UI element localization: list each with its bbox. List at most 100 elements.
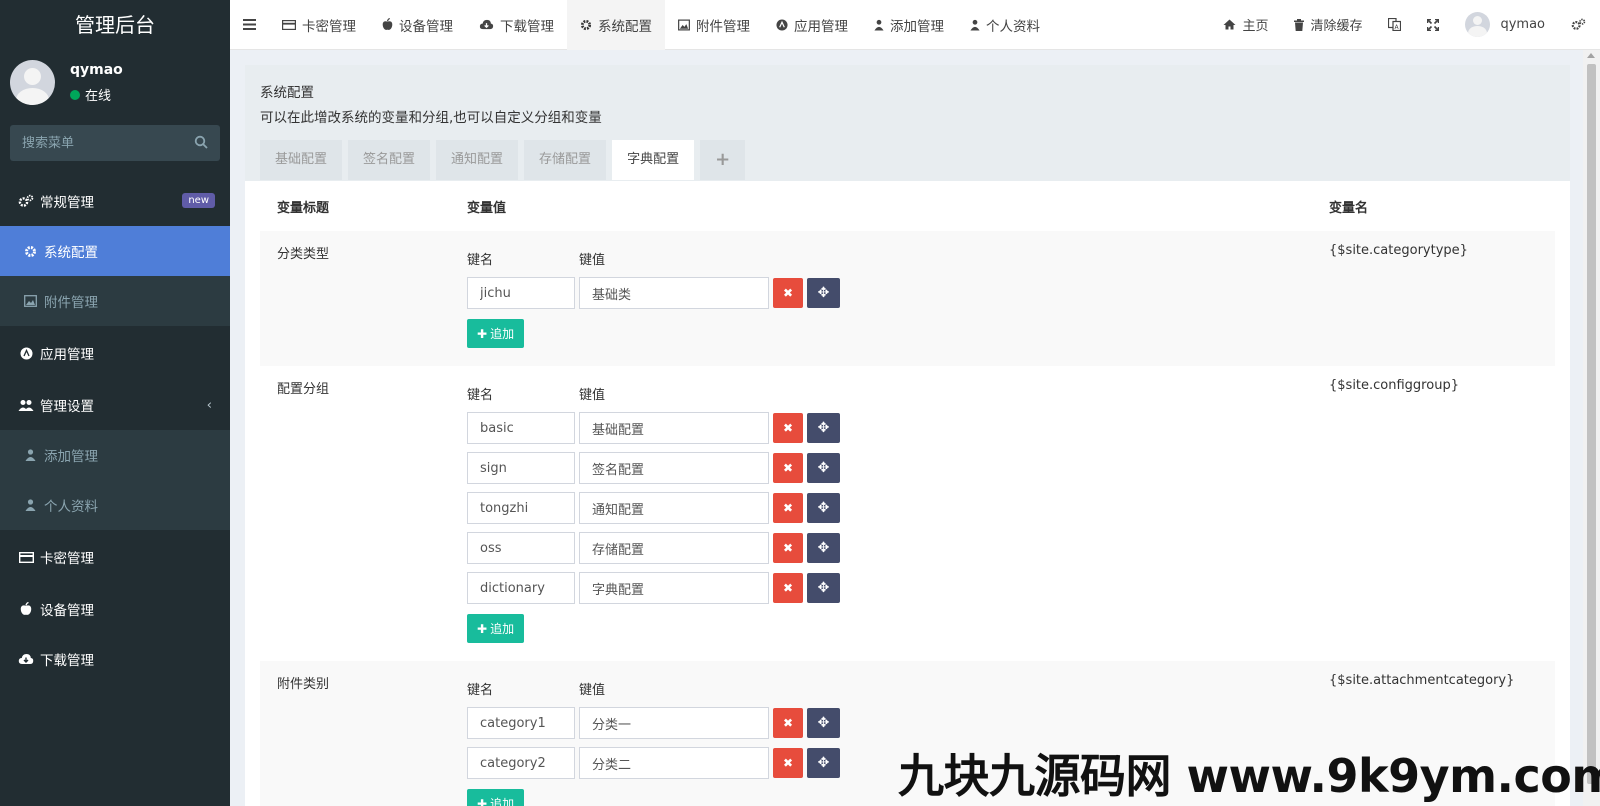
remove-button[interactable]: ✖ [773, 573, 803, 603]
kv-pair: ✖✥ [467, 452, 1329, 484]
drag-handle[interactable]: ✥ [807, 533, 840, 563]
move-icon: ✥ [817, 755, 830, 771]
drag-handle[interactable]: ✥ [807, 278, 840, 308]
nav-tab-app[interactable]: 应用管理 [763, 0, 861, 50]
fullscreen-icon [1427, 18, 1440, 31]
search-icon[interactable] [194, 135, 208, 149]
sidebar-item-system-config[interactable]: 系统配置 [0, 226, 230, 276]
user-menu-name: qymao [1500, 17, 1545, 32]
sidebar-item-download[interactable]: 下载管理 [0, 634, 230, 684]
var-title: 分类类型 [277, 247, 330, 262]
sidebar-item-label: 应用管理 [40, 347, 94, 363]
var-title: 配置分组 [277, 382, 330, 397]
sidebar-item-profile[interactable]: 个人资料 [0, 480, 230, 530]
remove-button[interactable]: ✖ [773, 708, 803, 738]
user-status-text: 在线 [85, 89, 112, 104]
avatar [1465, 12, 1491, 37]
value-input[interactable] [579, 747, 769, 779]
key-input[interactable] [467, 707, 575, 739]
tab-notify[interactable]: 通知配置 [436, 140, 519, 180]
sidebar-toggle[interactable] [230, 0, 269, 50]
move-icon: ✥ [817, 285, 830, 301]
nav-tab-attachment[interactable]: 附件管理 [665, 0, 763, 50]
kv-pair: ✖✥ [467, 277, 1329, 309]
drag-handle[interactable]: ✥ [807, 453, 840, 483]
sidebar-item-device[interactable]: 设备管理 [0, 584, 230, 634]
tab-basic[interactable]: 基础配置 [260, 140, 343, 180]
menu-search-input[interactable] [10, 125, 220, 161]
remove-button[interactable]: ✖ [773, 748, 803, 778]
clear-cache-label: 清除缓存 [1310, 19, 1363, 34]
nav-tab-device[interactable]: 设备管理 [369, 0, 466, 50]
fullscreen-button[interactable] [1414, 0, 1452, 50]
sidebar-item-app[interactable]: 应用管理 [0, 326, 230, 380]
drag-handle[interactable]: ✥ [807, 413, 840, 443]
user-menu[interactable]: qymao [1452, 0, 1558, 50]
close-icon: ✖ [782, 756, 794, 770]
append-button[interactable]: ✚ 追加 [467, 319, 525, 348]
drag-handle[interactable]: ✥ [807, 748, 840, 778]
remove-button[interactable]: ✖ [773, 493, 803, 523]
key-input[interactable] [467, 492, 575, 524]
nav-tab-add-admin[interactable]: 添加管理 [861, 0, 957, 50]
remove-button[interactable]: ✖ [773, 453, 803, 483]
value-input[interactable] [579, 412, 769, 444]
sidebar-item-card[interactable]: 卡密管理 [0, 530, 230, 584]
remove-button[interactable]: ✖ [773, 278, 803, 308]
tab-dictionary[interactable]: 字典配置 [612, 140, 695, 180]
tab-storage[interactable]: 存储配置 [524, 140, 607, 180]
sidebar-item-add-admin[interactable]: 添加管理 [0, 430, 230, 480]
sidebar-item-attachment[interactable]: 附件管理 [0, 276, 230, 326]
nav-tab-profile[interactable]: 个人资料 [957, 0, 1053, 50]
close-icon: ✖ [782, 286, 794, 300]
key-input[interactable] [467, 532, 575, 564]
nav-tab-card[interactable]: 卡密管理 [269, 0, 369, 50]
key-input[interactable] [467, 412, 575, 444]
drag-handle[interactable]: ✥ [807, 493, 840, 523]
scroll-up-icon[interactable] [1587, 53, 1595, 58]
key-input[interactable] [467, 452, 575, 484]
value-input[interactable] [579, 452, 769, 484]
page-scrollbar[interactable] [1583, 50, 1600, 806]
nav-tab-download[interactable]: 下载管理 [466, 0, 567, 50]
key-input[interactable] [467, 572, 575, 604]
value-input[interactable] [579, 532, 769, 564]
add-tab-button[interactable]: + [700, 140, 746, 180]
sidebar: 管理后台 qymao 在线 常规管理 new 系统配置 附件管理 应用管理 [0, 0, 230, 806]
chevron-left-icon[interactable]: ‹ [207, 397, 212, 413]
nav-tab-label: 下载管理 [500, 18, 554, 35]
home-link[interactable]: 主页 [1210, 0, 1281, 50]
append-button[interactable]: ✚ 追加 [467, 789, 525, 806]
tab-sign[interactable]: 签名配置 [348, 140, 431, 180]
key-label: 键名 [467, 683, 494, 698]
nav-tab-system-config[interactable]: 系统配置 [567, 0, 665, 50]
gear-icon [22, 245, 38, 258]
menu-search [10, 125, 220, 161]
key-input[interactable] [467, 277, 575, 309]
remove-button[interactable]: ✖ [773, 413, 803, 443]
scroll-thumb[interactable] [1587, 64, 1596, 784]
append-button[interactable]: ✚ 追加 [467, 614, 525, 643]
remove-button[interactable]: ✖ [773, 533, 803, 563]
value-input[interactable] [579, 492, 769, 524]
control-sidebar-toggle[interactable] [1558, 0, 1600, 50]
apple-icon [382, 18, 393, 31]
drag-handle[interactable]: ✥ [807, 573, 840, 603]
value-input[interactable] [579, 277, 769, 309]
brand-title[interactable]: 管理后台 [0, 0, 230, 50]
value-input[interactable] [579, 707, 769, 739]
cloud-download-icon [479, 19, 494, 30]
sidebar-item-general[interactable]: 常规管理 new [0, 176, 230, 226]
nav-tab-label: 卡密管理 [302, 18, 356, 35]
drag-handle[interactable]: ✥ [807, 708, 840, 738]
value-input[interactable] [579, 572, 769, 604]
apple-icon [18, 602, 34, 616]
app-icon [18, 347, 34, 360]
table-header: 变量标题 变量值 变量名 [260, 181, 1555, 231]
sidebar-item-admin-settings[interactable]: 管理设置 ‹ [0, 380, 230, 430]
panel-heading: 系统配置 可以在此增改系统的变量和分组,也可以自定义分组和变量 基础配置 签名配… [245, 65, 1570, 181]
key-input[interactable] [467, 747, 575, 779]
language-button[interactable]: A [1375, 0, 1414, 50]
nav-tab-label: 个人资料 [986, 18, 1040, 35]
clear-cache-button[interactable]: 清除缓存 [1281, 0, 1375, 50]
